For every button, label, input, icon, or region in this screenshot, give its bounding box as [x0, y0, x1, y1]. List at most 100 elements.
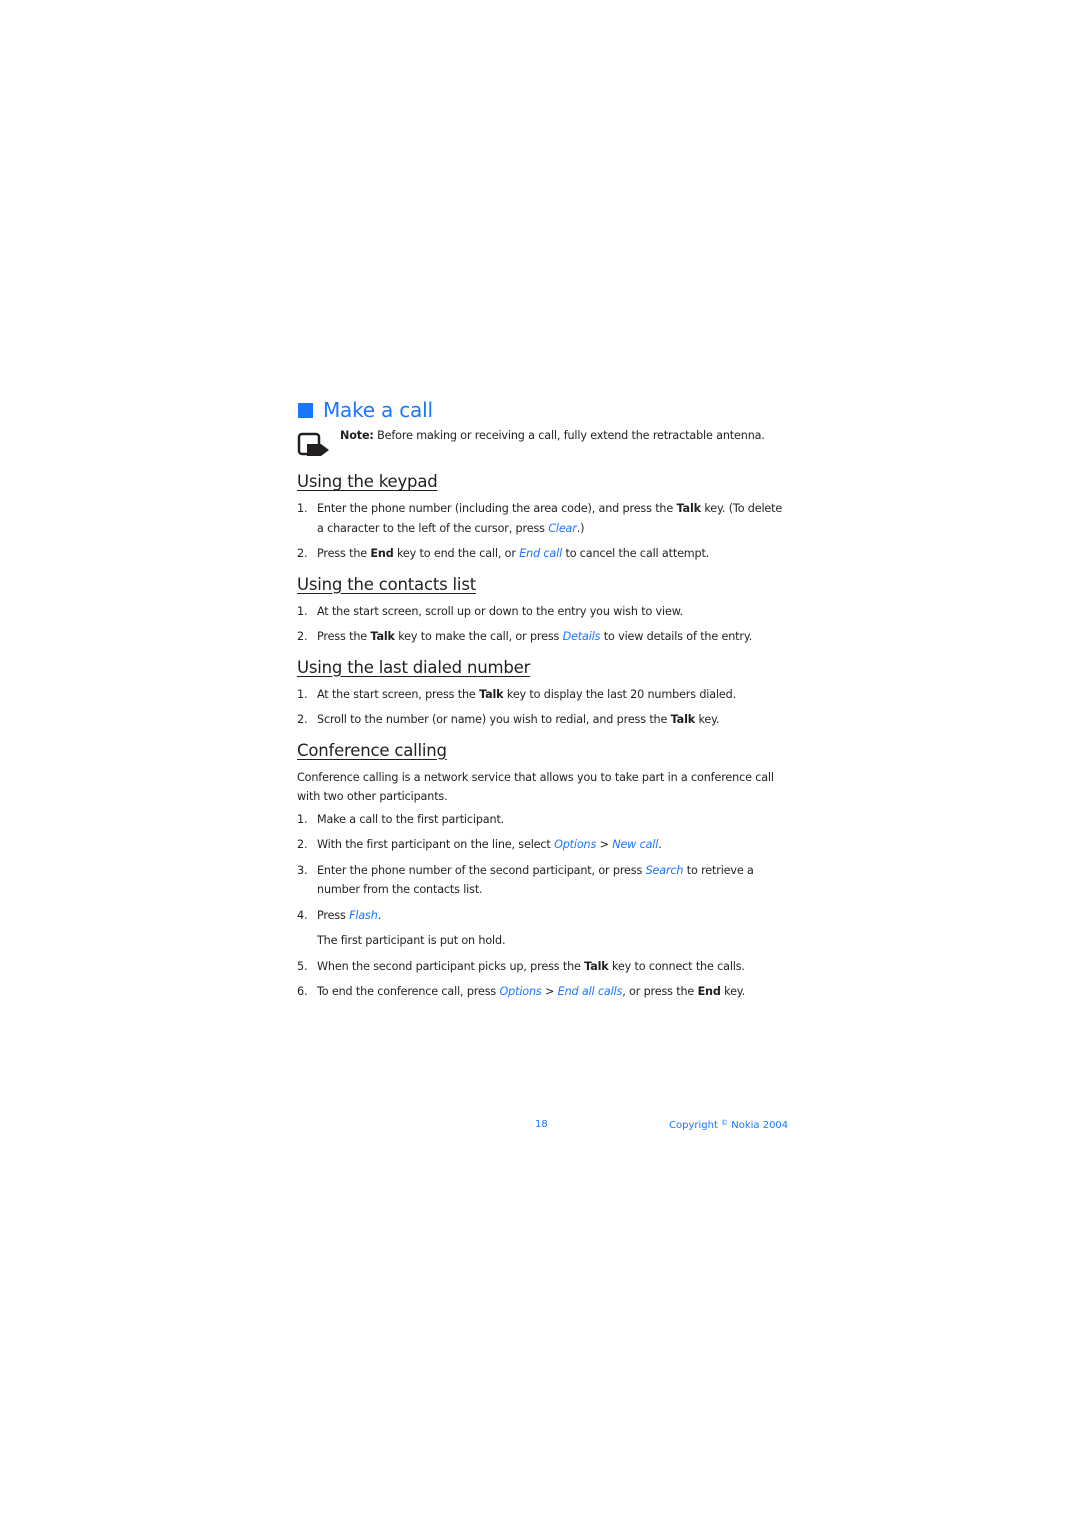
- key-name: End: [370, 547, 394, 560]
- softkey-label: Details: [562, 630, 601, 643]
- step-number: 4.: [297, 908, 308, 922]
- page-title: Make a call: [323, 398, 433, 422]
- text-run: key.: [695, 713, 720, 726]
- step-list: 1. At the start screen, scroll up or down…: [297, 602, 789, 647]
- key-name: Talk: [370, 630, 395, 643]
- key-name: Talk: [676, 502, 702, 515]
- section-heading: Using the last dialed number: [297, 657, 531, 677]
- step-number: 1.: [297, 502, 308, 515]
- list-item: 6. To end the conference call, press Opti…: [297, 982, 789, 1002]
- softkey-label: Flash: [349, 908, 378, 922]
- note-text: Note: Before making or receiving a call,…: [340, 428, 765, 444]
- softkey-label: New call: [612, 838, 659, 851]
- copyright-symbol: ©: [721, 1119, 729, 1127]
- text-run: .: [658, 838, 662, 851]
- text-run: At the start screen, press the: [317, 687, 480, 701]
- note-icon: [297, 432, 329, 456]
- section: Using the keypad 1. Enter the phone number…: [297, 469, 789, 564]
- key-name: Talk: [479, 687, 504, 701]
- list-item: 2. Press the Talk key to make the call, o…: [297, 627, 789, 647]
- note-body: Before making or receiving a call, fully…: [373, 429, 765, 442]
- text-run: .: [377, 908, 382, 922]
- text-run: To end the conference call, press: [317, 985, 500, 998]
- step-text: At the start screen, press the Talk key …: [317, 685, 789, 705]
- step-number: 1.: [297, 604, 308, 618]
- step-number: 1.: [297, 812, 308, 826]
- list-item: 1. Make a call to the first participant.: [297, 810, 789, 830]
- section-marker-icon: [298, 402, 313, 418]
- list-item: 3. Enter the phone number of the second p…: [297, 861, 789, 900]
- text-run: key to display the last 20 numbers diale…: [503, 687, 737, 701]
- list-item: 4. Press Flash. The first participant is p…: [297, 906, 789, 951]
- text-run: .): [576, 521, 585, 535]
- key-name: Talk: [584, 959, 609, 973]
- key-name: Talk: [670, 713, 696, 726]
- softkey-label: End all calls: [557, 985, 623, 998]
- step-text: To end the conference call, press Option…: [317, 982, 789, 1002]
- text-run: Press the: [317, 630, 371, 643]
- sections: Using the keypad 1. Enter the phone number…: [297, 469, 789, 1002]
- step-number: 3.: [297, 863, 308, 877]
- step-text: Make a call to the first participant.: [317, 810, 789, 830]
- text-run: Make a call to the first participant.: [317, 812, 505, 826]
- section: Using the last dialed number 1. At the sta…: [297, 655, 789, 730]
- text-run: With the first participant on the line, …: [317, 838, 555, 851]
- title-row: Make a call: [297, 396, 789, 424]
- text-run: Enter the phone number of the second par…: [317, 863, 646, 877]
- note: Note: Before making or receiving a call,…: [297, 428, 789, 460]
- text-run: to cancel the call attempt.: [562, 547, 710, 560]
- page-number: 18: [535, 1119, 548, 1130]
- list-item: 5. When the second participant picks up, …: [297, 957, 789, 977]
- step-number: 5.: [297, 959, 308, 973]
- key-name: End: [697, 985, 721, 998]
- list-item: 2. Scroll to the number (or name) you wis…: [297, 710, 789, 730]
- step-number: 2.: [297, 630, 308, 643]
- text-run: key.: [720, 985, 746, 998]
- text-run: , or press the: [622, 985, 698, 998]
- list-item: 1. Enter the phone number (including the …: [297, 499, 789, 538]
- step-text: Press Flash. The first participant is put…: [317, 906, 789, 951]
- softkey-label: Search: [645, 863, 684, 877]
- text-run: >: [596, 838, 613, 851]
- step-list: 1. Make a call to the first participant. 2…: [297, 810, 789, 1002]
- copyright: Copyright © Nokia 2004: [669, 1119, 788, 1131]
- text-run: At the start screen, scroll up or down t…: [317, 604, 684, 618]
- list-item: 1. At the start screen, scroll up or down…: [297, 602, 789, 622]
- text-run: key to make the call, or press: [394, 630, 563, 643]
- section-heading: Using the contacts list: [297, 574, 476, 594]
- section: Using the contacts list 1. At the start sc…: [297, 572, 789, 647]
- section-heading: Conference calling: [297, 740, 447, 760]
- section-heading: Using the keypad: [297, 472, 438, 491]
- softkey-label: End call: [519, 547, 563, 560]
- text-run: Press the: [317, 547, 371, 560]
- step-text: When the second participant picks up, pr…: [317, 957, 789, 977]
- copyright-prefix: Copyright: [669, 1120, 722, 1131]
- softkey-label: Options: [554, 838, 597, 851]
- text-run: to view details of the entry.: [600, 630, 753, 643]
- step-text: Press the Talk key to make the call, or …: [317, 627, 789, 647]
- step-text: With the first participant on the line, …: [317, 835, 789, 855]
- step-subtext: The first participant is put on hold.: [317, 934, 506, 947]
- step-number: 6.: [297, 985, 308, 998]
- text-run: key to connect the calls.: [608, 959, 745, 973]
- list-item: 2. With the first participant on the line…: [297, 835, 789, 855]
- step-list: 1. At the start screen, press the Talk ke…: [297, 685, 789, 730]
- list-item: 2. Press the End key to end the call, or …: [297, 544, 789, 564]
- text-run: Press: [317, 908, 350, 922]
- copyright-suffix: Nokia 2004: [728, 1120, 789, 1131]
- text-run: Enter the phone number (including the ar…: [317, 502, 677, 515]
- note-label: Note:: [340, 429, 374, 442]
- list-item: 1. At the start screen, press the Talk ke…: [297, 685, 789, 705]
- page-content: Make a call Note: Before making or recei…: [297, 396, 789, 1008]
- text-run: Scroll to the number (or name) you wish …: [317, 713, 671, 726]
- step-number: 2.: [297, 547, 308, 560]
- step-text: Press the End key to end the call, or En…: [317, 544, 789, 564]
- step-number: 2.: [297, 838, 308, 851]
- step-list: 1. Enter the phone number (including the …: [297, 499, 789, 564]
- text-run: >: [541, 985, 558, 998]
- section-intro: Conference calling is a network service …: [297, 770, 774, 803]
- text-run: key to end the call, or: [393, 547, 520, 560]
- step-text: Enter the phone number (including the ar…: [317, 499, 789, 538]
- step-number: 1.: [297, 687, 308, 701]
- section: Conference calling Conference calling is …: [297, 738, 789, 1002]
